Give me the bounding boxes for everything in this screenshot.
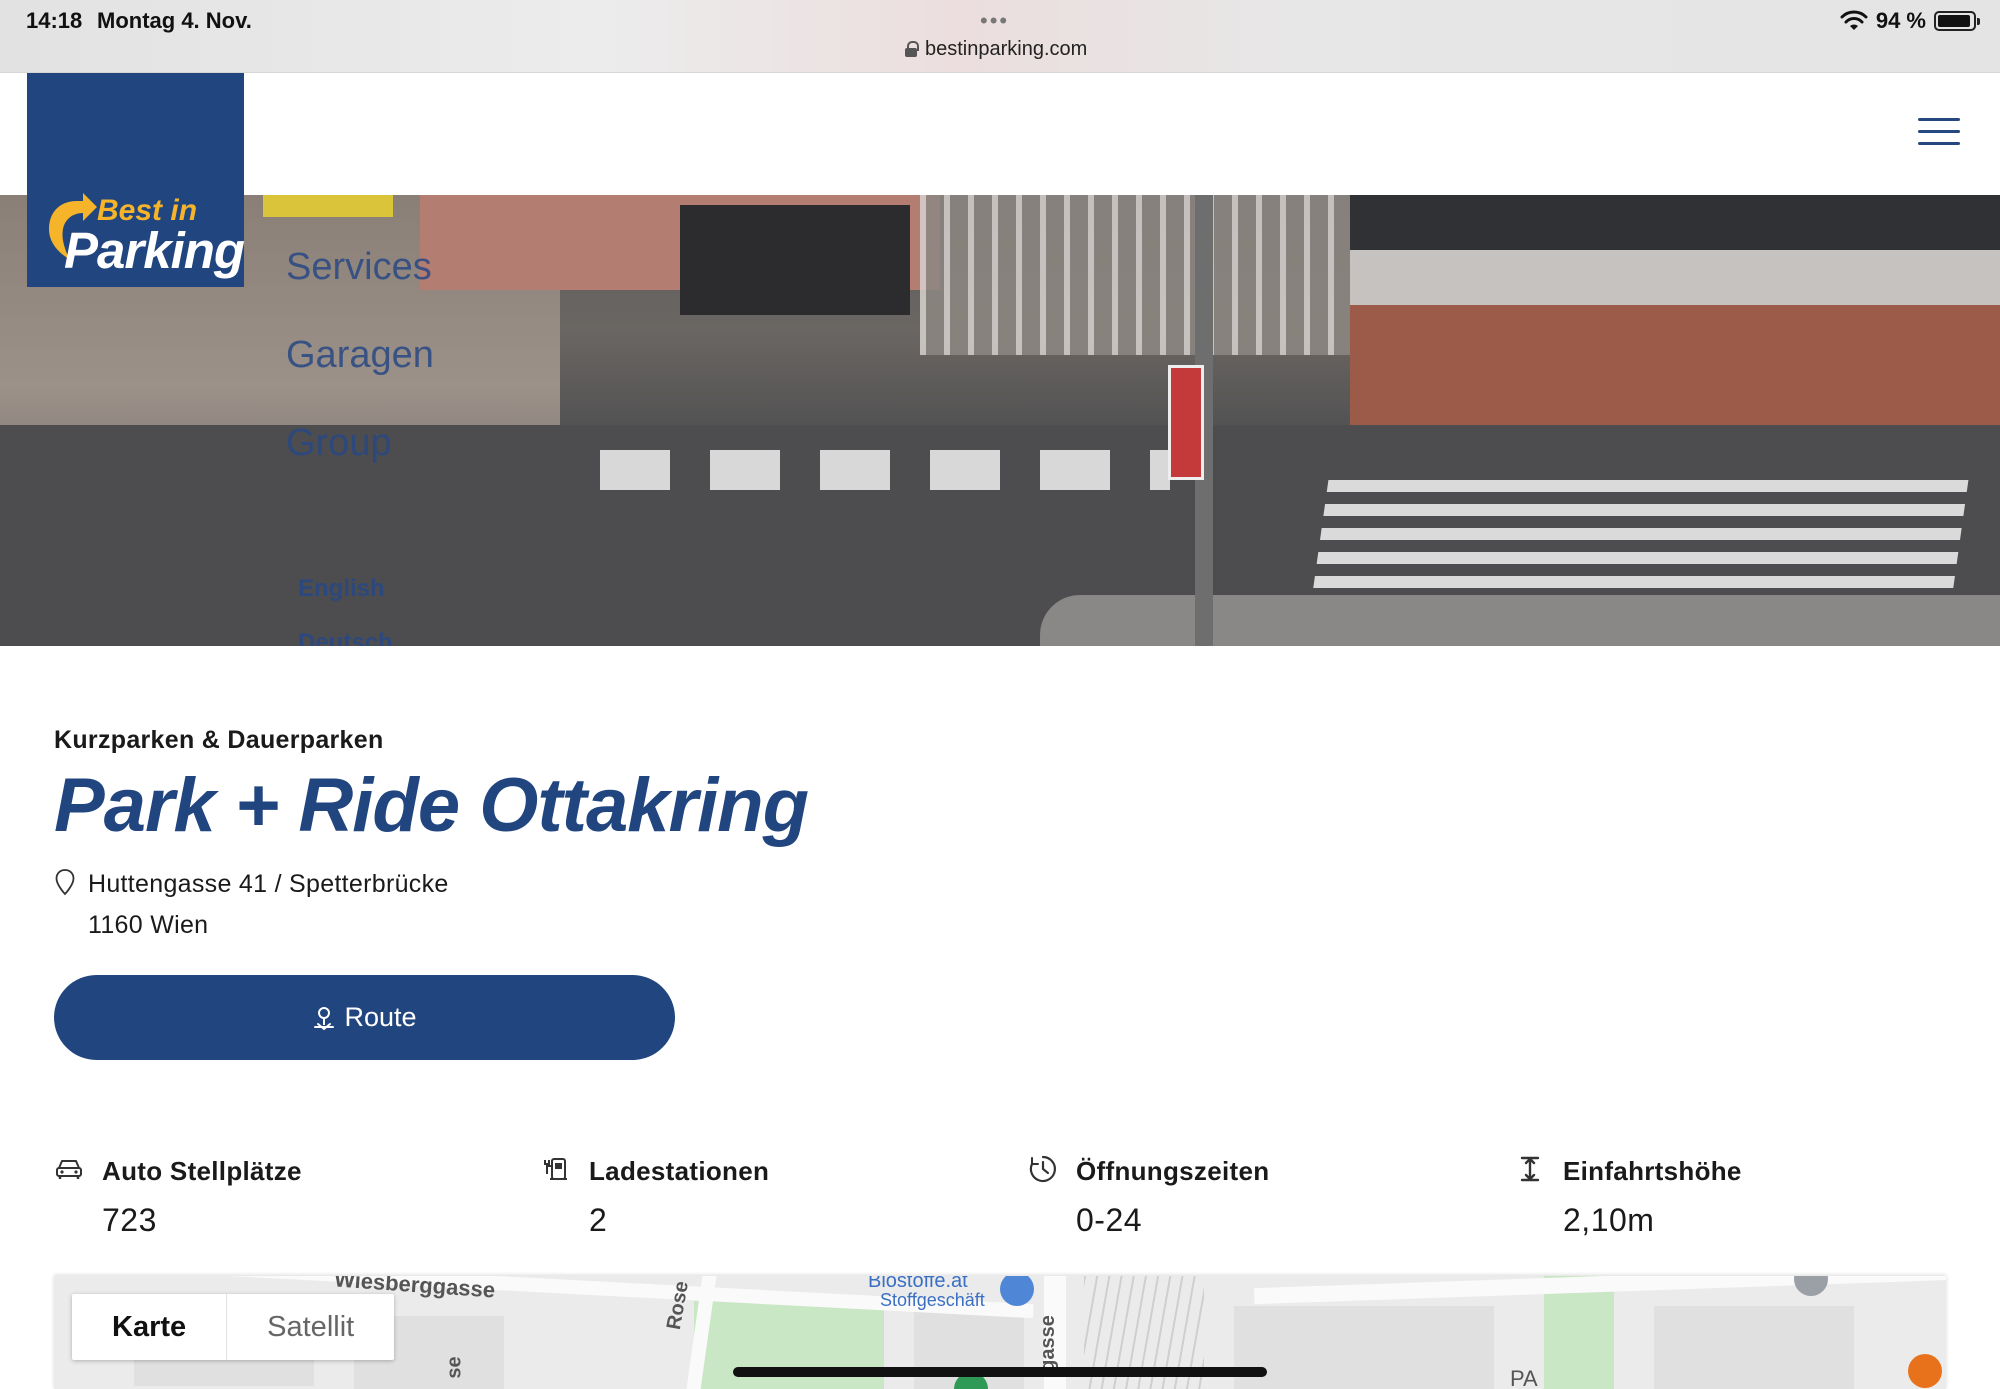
address-bar-url: bestinparking.com [925,37,1088,60]
photo-garage-entrance [680,205,910,315]
route-button[interactable]: Route [54,975,675,1060]
stat-ladestationen: Ladestationen 2 [541,1150,981,1240]
lang-english[interactable]: English [298,573,393,627]
location-pin-icon [55,869,75,896]
battery-percent: 94 % [1875,8,1926,33]
ios-status-bar: 14:18 Montag 4. Nov. ••• bestinparking.c… [0,0,2000,73]
clock-icon [1029,1155,1056,1183]
logo-text-parking: Parking [64,222,245,279]
stat-auto-stellplaetze: Auto Stellplätze 723 [54,1150,494,1240]
language-switcher: English Deutsch [298,573,393,646]
stat-label: Ladestationen [589,1156,770,1186]
route-pin-icon [314,1006,335,1030]
stat-label: Einfahrtshöhe [1563,1156,1742,1186]
car-icon [56,1160,82,1179]
stat-value: 2 [589,1202,608,1238]
hamburger-menu-icon[interactable] [1918,118,1960,146]
stat-value: 2,10m [1563,1202,1655,1238]
nav-link-garagen[interactable]: Garagen [286,325,434,413]
address-street: Huttengasse 41 / Spetterbrücke [88,870,449,898]
photo-chevron-sign [1168,365,1204,480]
route-button-label: Route [344,1002,417,1032]
charging-station-icon [544,1158,567,1180]
home-indicator[interactable] [733,1367,1267,1377]
shopping-pin-icon[interactable] [1000,1276,1034,1306]
photo-sign [263,195,393,217]
lock-icon [905,41,919,57]
map-type-satellit[interactable]: Satellit [227,1294,394,1360]
page-title: Park + Ride Ottakring [54,763,809,848]
safari-more-dots[interactable]: ••• [980,8,1009,34]
stat-value: 723 [102,1202,157,1238]
map-street-label: se [443,1356,466,1379]
stat-label: Auto Stellplätze [102,1156,302,1186]
map-block [1654,1306,1854,1389]
map-street-label: gasse [1036,1315,1059,1372]
map-poi-subtitle: Stoffgeschäft [880,1290,985,1310]
stat-einfahrtshoehe: Einfahrtshöhe 2,10m [1515,1150,1955,1240]
cafe-pin-icon[interactable] [1908,1354,1942,1388]
battery-level [1938,15,1970,27]
wifi-icon [1840,10,1868,30]
site-header [0,73,2000,195]
height-icon [1520,1156,1540,1182]
status-time: 14:18 [26,8,83,33]
overlay-nav: Services Garagen Group [286,237,434,501]
nav-link-group[interactable]: Group [286,413,434,501]
photo-fence [920,195,1380,355]
photo-sidewalk [1040,595,2000,646]
stat-oeffnungszeiten: Öffnungszeiten 0-24 [1028,1150,1468,1240]
address-bar[interactable]: bestinparking.com [905,36,1087,62]
hero-image: Services Garagen Group English Deutsch [0,195,2000,646]
nav-link-services[interactable]: Services [286,237,434,325]
photo-crosswalk [1311,480,1969,600]
lang-deutsch[interactable]: Deutsch [298,627,393,646]
status-date: Montag 4. Nov. [97,8,252,33]
brand-logo[interactable]: Best in Parking [27,73,245,287]
address-city: 1160 Wien [88,911,209,939]
parking-category: Kurzparken & Dauerparken [54,726,384,754]
battery-icon [1934,11,1980,31]
status-right: 94 % [1840,8,1980,34]
map-type-toggle: Karte Satellit [72,1294,395,1360]
map-pin-icon[interactable] [1794,1276,1828,1296]
photo-crosswalk [600,450,1170,490]
map-type-karte[interactable]: Karte [72,1294,228,1360]
photo-building [1350,195,2000,425]
stat-label: Öffnungszeiten [1076,1156,1270,1186]
map-area-label: PA [1510,1366,1538,1389]
map-block [1234,1306,1494,1389]
stat-value: 0-24 [1076,1202,1143,1238]
